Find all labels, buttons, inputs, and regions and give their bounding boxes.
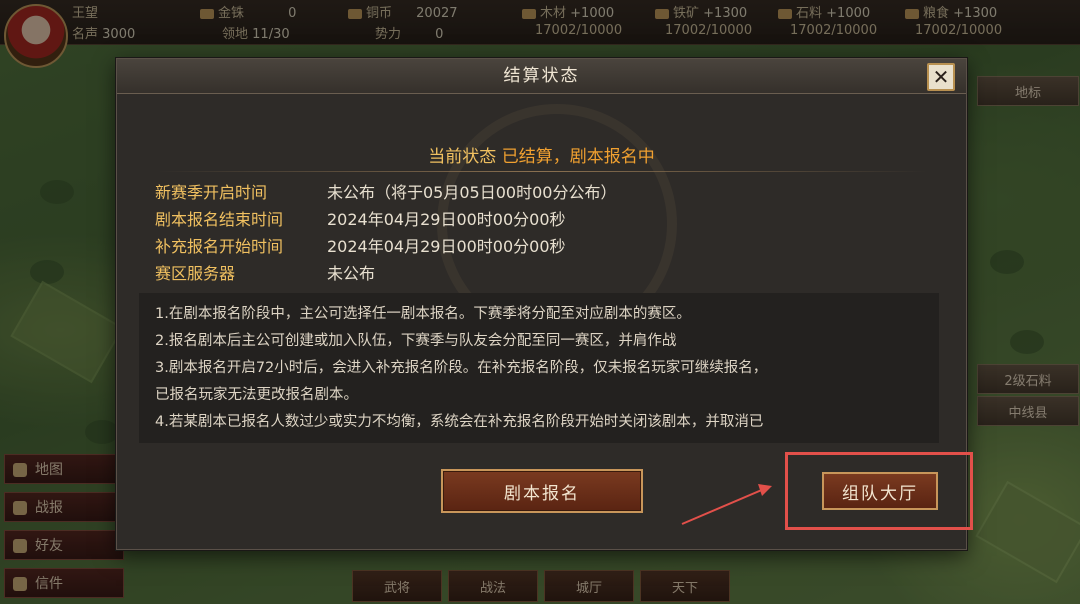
arrow-icon xyxy=(681,484,772,525)
